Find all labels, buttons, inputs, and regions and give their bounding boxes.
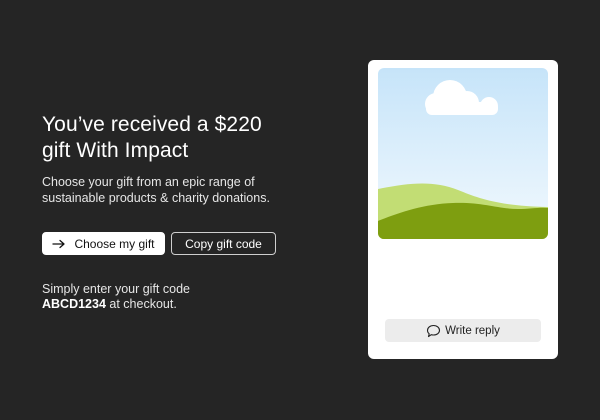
headline-line-2: gift With Impact — [42, 139, 189, 162]
copy-gift-code-label: Copy gift code — [185, 236, 262, 251]
landscape-illustration — [378, 68, 548, 239]
subtext: Choose your gift from an epic range of s… — [42, 175, 270, 205]
copy-gift-code-button[interactable]: Copy gift code — [171, 232, 276, 255]
write-reply-button[interactable]: Write reply — [385, 319, 541, 342]
gift-code-instructions: Simply enter your gift code ABCD1234 at … — [42, 282, 342, 312]
headline-line-1: You’ve received a $220 — [42, 113, 262, 136]
speech-bubble-icon — [426, 324, 441, 338]
headline: You’ve received a $220 gift With Impact — [42, 112, 342, 164]
choose-my-gift-label: Choose my gift — [74, 236, 155, 251]
message-card: Write reply — [368, 60, 558, 359]
arrow-right-icon — [52, 237, 66, 251]
instructions-prefix: Simply enter your gift code — [42, 282, 190, 296]
gift-hero: You’ve received a $220 gift With Impact … — [42, 112, 342, 312]
action-buttons: Choose my gift Copy gift code — [42, 232, 342, 255]
choose-my-gift-button[interactable]: Choose my gift — [42, 232, 165, 255]
gift-code: ABCD1234 — [42, 297, 106, 311]
instructions-suffix: at checkout. — [105, 297, 177, 311]
write-reply-label: Write reply — [445, 324, 500, 337]
